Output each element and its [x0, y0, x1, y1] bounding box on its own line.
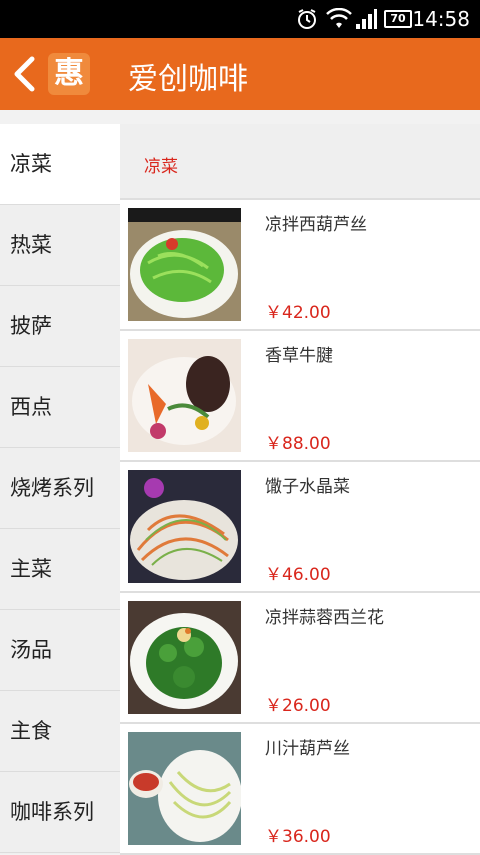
- dish-image: [128, 208, 241, 321]
- category-item-pizza[interactable]: 披萨: [0, 286, 120, 367]
- dish-price: ￥88.00: [265, 434, 331, 454]
- dish-price: ￥46.00: [265, 565, 331, 585]
- dish-list: 凉菜 凉拌西葫芦丝 ￥42.00 香草牛腱 ￥88.00 馓子水晶菜 ￥46.0…: [120, 124, 480, 855]
- category-item-cold-dishes[interactable]: 凉菜: [0, 124, 120, 205]
- dish-name: 川汁葫芦丝: [265, 739, 350, 759]
- signal-icon: [356, 9, 377, 29]
- category-item-staple[interactable]: 主食: [0, 691, 120, 772]
- category-item-soup[interactable]: 汤品: [0, 610, 120, 691]
- dish-name: 凉拌西葫芦丝: [265, 215, 367, 235]
- battery-level: 70: [390, 12, 406, 25]
- list-item[interactable]: 馓子水晶菜 ￥46.00: [120, 462, 480, 593]
- status-time: 14:58: [412, 7, 470, 31]
- wifi-icon: [326, 8, 352, 28]
- category-item-hot-dishes[interactable]: 热菜: [0, 205, 120, 286]
- dish-image: [128, 339, 241, 452]
- app-bar: 惠 爱创咖啡: [0, 38, 480, 110]
- dish-name: 香草牛腱: [265, 346, 333, 366]
- category-item-bbq[interactable]: 烧烤系列: [0, 448, 120, 529]
- dish-price: ￥36.00: [265, 827, 331, 847]
- app-logo: 惠: [48, 53, 90, 95]
- list-item[interactable]: 香草牛腱 ￥88.00: [120, 331, 480, 462]
- section-title: 凉菜: [144, 157, 178, 177]
- dish-image: [128, 732, 241, 845]
- section-header: 凉菜: [120, 124, 480, 200]
- status-bar: 70 14:58: [0, 0, 480, 38]
- category-item-coffee[interactable]: 咖啡系列: [0, 772, 120, 853]
- page-title: 爱创咖啡: [128, 62, 248, 97]
- list-item[interactable]: 凉拌西葫芦丝 ￥42.00: [120, 200, 480, 331]
- category-item-pastry[interactable]: 西点: [0, 367, 120, 448]
- back-arrow-icon[interactable]: [10, 56, 40, 92]
- battery-icon: 70: [384, 10, 412, 28]
- category-item-main-course[interactable]: 主菜: [0, 529, 120, 610]
- dish-price: ￥42.00: [265, 303, 331, 323]
- dish-name: 凉拌蒜蓉西兰花: [265, 608, 384, 628]
- dish-price: ￥26.00: [265, 696, 331, 716]
- list-item[interactable]: 凉拌蒜蓉西兰花 ￥26.00: [120, 593, 480, 724]
- dish-name: 馓子水晶菜: [265, 477, 350, 497]
- list-item[interactable]: 川汁葫芦丝 ￥36.00: [120, 724, 480, 855]
- dish-image: [128, 601, 241, 714]
- dish-image: [128, 470, 241, 583]
- category-sidebar: 凉菜 热菜 披萨 西点 烧烤系列 主菜 汤品 主食 咖啡系列: [0, 124, 120, 854]
- alarm-icon: [298, 9, 316, 29]
